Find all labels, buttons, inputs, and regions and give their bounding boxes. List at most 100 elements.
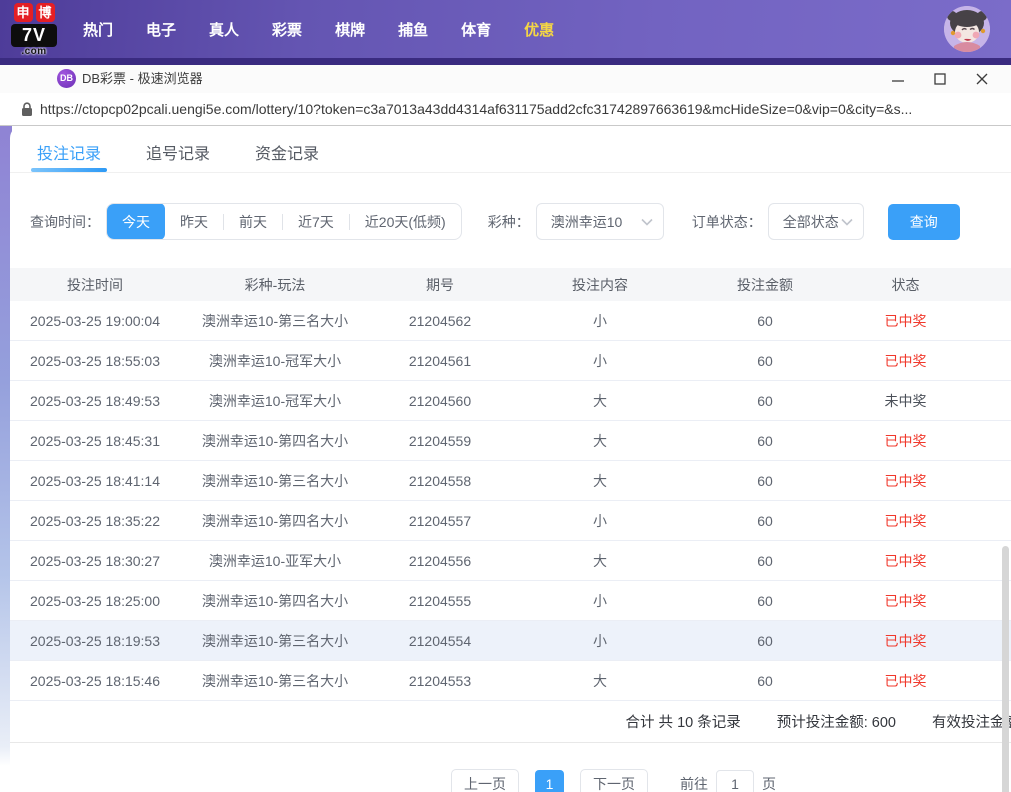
minimize-button[interactable] xyxy=(877,65,919,93)
cell-amount: 60 xyxy=(757,552,773,569)
table-row[interactable]: 2025-03-25 18:45:31 澳洲幸运10-第四名大小 21204559 大… xyxy=(10,421,1011,461)
lottery-select-value: 澳洲幸运10 xyxy=(550,213,623,230)
cell-issue: 21204557 xyxy=(408,512,472,529)
cell-issue: 21204553 xyxy=(408,672,472,689)
cell-issue: 21204555 xyxy=(408,592,472,609)
order-status-select[interactable]: 全部状态 xyxy=(767,203,864,240)
nav-item-fishing[interactable]: 捕鱼 xyxy=(398,19,428,40)
summary-valid-amount: 有效投注金额 xyxy=(932,715,1011,731)
cell-status: 已中奖 xyxy=(884,312,927,329)
table-row[interactable]: 2025-03-25 18:19:53 澳洲幸运10-第三名大小 21204554 小… xyxy=(10,621,1011,661)
user-avatar[interactable] xyxy=(944,6,990,52)
tab-chase-records[interactable]: 追号记录 xyxy=(146,140,210,172)
maximize-icon xyxy=(934,73,946,85)
lottery-select[interactable]: 澳洲幸运10 xyxy=(535,203,664,240)
column-header-5: 状态 xyxy=(891,276,920,293)
minimize-icon xyxy=(892,80,904,82)
time-option-3[interactable]: 近7天 xyxy=(283,204,349,239)
tab-fund-records[interactable]: 资金记录 xyxy=(255,140,319,172)
cell-content: 大 xyxy=(593,392,607,409)
cell-issue: 21204558 xyxy=(408,472,472,489)
lock-icon xyxy=(22,102,32,116)
time-option-0[interactable]: 今天 xyxy=(107,204,165,239)
table-row[interactable]: 2025-03-25 18:49:53 澳洲幸运10-冠军大小 21204560 大 6… xyxy=(10,381,1011,421)
page-number-button[interactable]: 1 xyxy=(535,769,564,792)
cell-status: 已中奖 xyxy=(884,352,927,369)
cell-amount: 60 xyxy=(757,472,773,489)
cell-play: 澳洲幸运10-冠军大小 xyxy=(208,352,342,369)
cell-content: 小 xyxy=(593,312,607,329)
close-icon xyxy=(976,73,988,85)
nav-item-lottery[interactable]: 彩票 xyxy=(272,19,302,40)
cell-time: 2025-03-25 18:49:53 xyxy=(30,392,160,409)
page-content: 投注记录 追号记录 资金记录 查询时间： 今天 昨天 前天 近7天 近20天(低频) 彩种：… xyxy=(0,126,1011,792)
cell-amount: 60 xyxy=(757,592,773,609)
cell-play: 澳洲幸运10-第三名大小 xyxy=(201,312,349,329)
table-row[interactable]: 2025-03-25 18:15:46 澳洲幸运10-第三名大小 21204553 大… xyxy=(10,661,1011,701)
site-logo[interactable]: 申 博 7V .com xyxy=(8,3,60,57)
logo-main: 7V xyxy=(11,24,57,47)
cell-amount: 60 xyxy=(757,352,773,369)
maximize-button[interactable] xyxy=(919,65,961,93)
table-row[interactable]: 2025-03-25 18:30:27 澳洲幸运10-亚军大小 21204556 大 6… xyxy=(10,541,1011,581)
cell-play: 澳洲幸运10-第三名大小 xyxy=(201,672,349,689)
nav-item-sports[interactable]: 体育 xyxy=(461,19,491,40)
prev-page-button[interactable]: 上一页 xyxy=(451,769,519,792)
time-option-2[interactable]: 前天 xyxy=(224,204,282,239)
site-nav: 申 博 7V .com 热门 电子 真人 彩票 棋牌 捕鱼 体育 优惠 xyxy=(0,0,1011,58)
cell-status: 已中奖 xyxy=(884,432,927,449)
cell-issue: 21204559 xyxy=(408,432,472,449)
cell-amount: 60 xyxy=(757,432,773,449)
site-nav-items: 热门 电子 真人 彩票 棋牌 捕鱼 体育 优惠 xyxy=(83,0,554,58)
cell-time: 2025-03-25 18:30:27 xyxy=(30,552,160,569)
cell-play: 澳洲幸运10-第四名大小 xyxy=(201,592,349,609)
screen: 申 博 7V .com 热门 电子 真人 彩票 棋牌 捕鱼 体育 优惠 DB D… xyxy=(0,0,1011,792)
close-button[interactable] xyxy=(961,65,1003,93)
table-row[interactable]: 2025-03-25 19:00:04 澳洲幸运10-第三名大小 21204562 小… xyxy=(10,301,1011,341)
address-bar[interactable]: https://ctopcp02pcali.uengi5e.com/lotter… xyxy=(0,93,1011,126)
pagination: 上一页 1 下一页 前往 页 xyxy=(113,769,1011,792)
avatar-image xyxy=(944,6,990,52)
records-card: 投注记录 追号记录 资金记录 查询时间： 今天 昨天 前天 近7天 近20天(低频) 彩种：… xyxy=(10,126,1011,792)
cell-status: 已中奖 xyxy=(884,552,927,569)
cell-play: 澳洲幸运10-第四名大小 xyxy=(201,432,349,449)
goto-page-input[interactable] xyxy=(716,769,754,792)
table-header-row: 投注时间 彩种-玩法 期号 投注内容 投注金额 状态 xyxy=(10,268,1011,301)
cell-issue: 21204561 xyxy=(408,352,472,369)
time-filter-group: 今天 昨天 前天 近7天 近20天(低频) xyxy=(106,203,462,240)
nav-item-promo[interactable]: 优惠 xyxy=(524,19,554,40)
cell-content: 小 xyxy=(593,512,607,529)
window-controls xyxy=(877,65,1003,93)
nav-item-hot[interactable]: 热门 xyxy=(83,19,113,40)
nav-item-chess[interactable]: 棋牌 xyxy=(335,19,365,40)
goto-suffix: 页 xyxy=(762,776,776,792)
next-page-button[interactable]: 下一页 xyxy=(580,769,648,792)
browser-titlebar[interactable]: DB DB彩票 - 极速浏览器 xyxy=(0,65,1011,93)
summary-bar: 合计 共 10 条记录 预计投注金额: 600 有效投注金额 xyxy=(10,701,1011,743)
cell-amount: 60 xyxy=(757,312,773,329)
table-row[interactable]: 2025-03-25 18:25:00 澳洲幸运10-第四名大小 21204555 小… xyxy=(10,581,1011,621)
summary-expected-amount: 预计投注金额: 600 xyxy=(776,715,896,731)
nav-item-slots[interactable]: 电子 xyxy=(146,19,176,40)
cell-content: 小 xyxy=(593,352,607,369)
cell-issue: 21204562 xyxy=(408,312,472,329)
cell-amount: 60 xyxy=(757,392,773,409)
column-header-3: 投注内容 xyxy=(572,276,628,293)
cell-time: 2025-03-25 18:55:03 xyxy=(30,352,160,369)
scrollbar-thumb[interactable] xyxy=(1002,546,1009,792)
tab-bet-records[interactable]: 投注记录 xyxy=(30,140,108,172)
time-option-1[interactable]: 昨天 xyxy=(165,204,223,239)
filter-bar: 查询时间： 今天 昨天 前天 近7天 近20天(低频) 彩种： 澳洲幸运10 订单状态：… xyxy=(30,203,1011,240)
table-row[interactable]: 2025-03-25 18:35:22 澳洲幸运10-第四名大小 21204557 小… xyxy=(10,501,1011,541)
cell-play: 澳洲幸运10-第四名大小 xyxy=(201,512,349,529)
table-row[interactable]: 2025-03-25 18:41:14 澳洲幸运10-第三名大小 21204558 大… xyxy=(10,461,1011,501)
nav-item-live[interactable]: 真人 xyxy=(209,19,239,40)
cell-content: 小 xyxy=(593,632,607,649)
url-text[interactable]: https://ctopcp02pcali.uengi5e.com/lotter… xyxy=(40,93,912,125)
status-filter-label: 订单状态： xyxy=(691,213,762,230)
table-row[interactable]: 2025-03-25 18:55:03 澳洲幸运10-冠军大小 21204561 小 6… xyxy=(10,341,1011,381)
cell-issue: 21204556 xyxy=(408,552,472,569)
time-option-4[interactable]: 近20天(低频) xyxy=(350,204,461,239)
search-button[interactable]: 查询 xyxy=(887,203,960,240)
logo-badges: 申 博 xyxy=(8,3,60,22)
